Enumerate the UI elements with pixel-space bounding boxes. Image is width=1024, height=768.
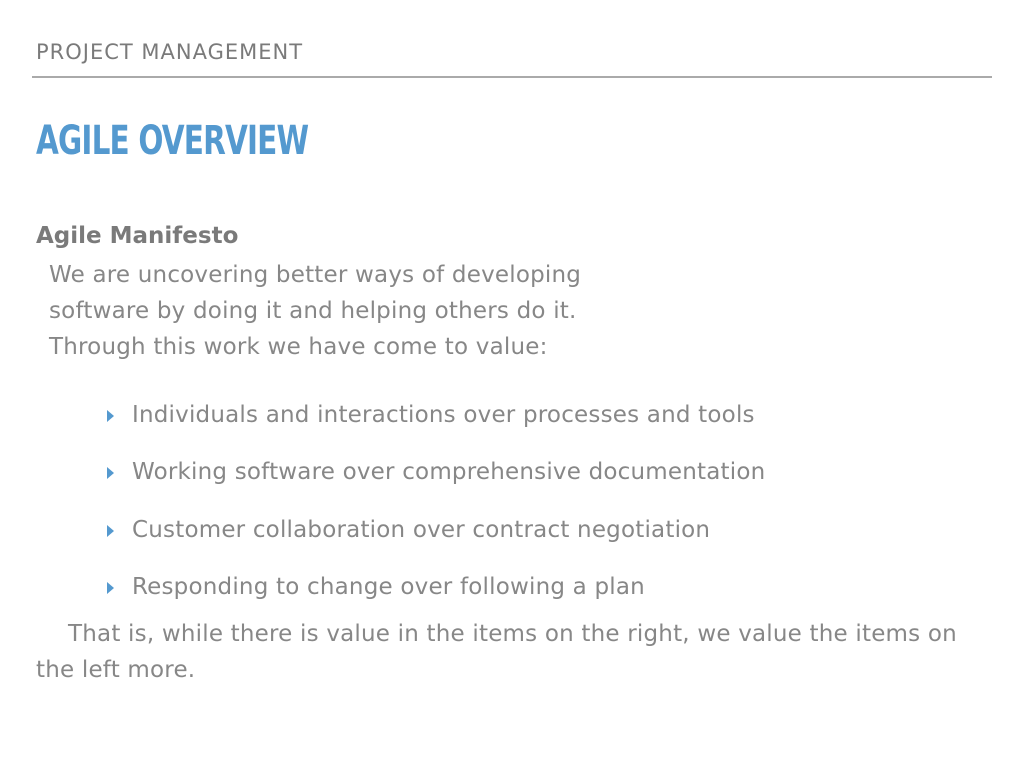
values-list: Individuals and interactions over proces… bbox=[107, 386, 765, 616]
closing-paragraph: That is, while there is value in the ite… bbox=[36, 621, 957, 683]
intro-line: Through this work we have come to value: bbox=[49, 334, 548, 360]
list-item-text: Responding to change over following a pl… bbox=[132, 574, 645, 601]
list-item: Responding to change over following a pl… bbox=[107, 559, 765, 617]
list-item: Individuals and interactions over proces… bbox=[107, 386, 765, 444]
list-item-text: Individuals and interactions over proces… bbox=[132, 401, 755, 428]
intro-paragraph: We are uncovering better ways of develop… bbox=[49, 257, 581, 365]
section-heading: Agile Manifesto bbox=[36, 223, 239, 249]
slide-title: AGILE OVERVIEW bbox=[36, 118, 309, 164]
triangle-right-icon bbox=[107, 524, 114, 537]
list-item-text: Working software over comprehensive docu… bbox=[132, 459, 766, 486]
header-divider bbox=[32, 76, 992, 78]
list-item-text: Customer collaboration over contract neg… bbox=[132, 516, 711, 543]
triangle-right-icon bbox=[107, 409, 114, 422]
intro-line: We are uncovering better ways of develop… bbox=[49, 262, 582, 288]
header-label: PROJECT MANAGEMENT bbox=[36, 40, 304, 64]
triangle-right-icon bbox=[107, 582, 114, 595]
list-item: Working software over comprehensive docu… bbox=[107, 444, 765, 502]
intro-line: software by doing it and helping others … bbox=[49, 298, 577, 324]
triangle-right-icon bbox=[107, 467, 114, 480]
list-item: Customer collaboration over contract neg… bbox=[107, 501, 765, 559]
slide: PROJECT MANAGEMENT AGILE OVERVIEW Agile … bbox=[0, 0, 1024, 768]
